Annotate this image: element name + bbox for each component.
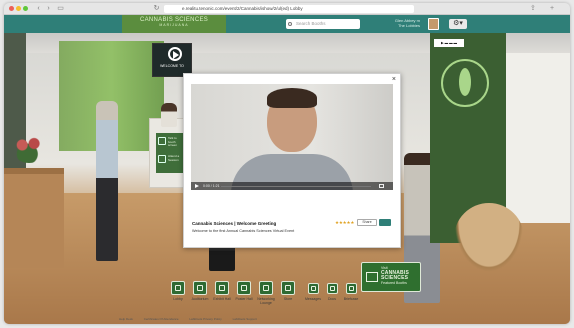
- poster-hall-icon: [241, 285, 247, 291]
- navigation-toolbar: Lobby Auditorium Exhibit Hall Poster Hal…: [164, 277, 389, 317]
- gear-icon: ⚙▾: [453, 20, 463, 27]
- messages-icon: [311, 286, 316, 291]
- footer-link-help[interactable]: Help Desk: [119, 317, 133, 321]
- receptionist: [161, 103, 177, 127]
- nav-messages[interactable]: [308, 283, 319, 294]
- footer-link-support[interactable]: LabRoots Support: [233, 317, 257, 321]
- nav-poster-hall[interactable]: [237, 281, 251, 295]
- play-icon[interactable]: [195, 183, 199, 188]
- play-icon: [173, 51, 179, 59]
- forward-arrow-icon[interactable]: ›: [44, 4, 53, 13]
- browser-window: ‹ › ▭ ↻ e.realitu.tenonic.com/event/2/Ca…: [4, 3, 570, 324]
- auditorium-icon: [197, 285, 203, 291]
- user-info[interactable]: Glen Abbey m The Lobbies: [388, 18, 420, 28]
- minimize-window-button[interactable]: [16, 6, 21, 11]
- search-input[interactable]: Search Booths: [286, 19, 360, 29]
- nav-exhibit-hall[interactable]: [215, 281, 229, 295]
- download-button[interactable]: [379, 219, 391, 226]
- exhibit-hall-icon: [219, 285, 225, 291]
- back-arrow-icon[interactable]: ‹: [34, 4, 43, 13]
- session-icon[interactable]: [158, 155, 166, 163]
- attendee-woman-left: [96, 101, 118, 261]
- share-button[interactable]: Share: [357, 219, 377, 226]
- flower-arrangement: [12, 133, 46, 163]
- nav-label-briefcase: Briefcase: [343, 297, 359, 301]
- nav-briefcase[interactable]: [346, 283, 357, 294]
- nav-auditorium[interactable]: [193, 281, 207, 295]
- store-icon: [285, 285, 291, 291]
- reload-icon[interactable]: ↻: [152, 4, 161, 13]
- footer-link-privacy[interactable]: LabRoots Privacy Policy: [189, 317, 221, 321]
- chat-icon[interactable]: [158, 137, 166, 145]
- nav-label-store: Store: [283, 297, 293, 301]
- brand-title: CANNABIS SCIENCES: [139, 17, 209, 23]
- home-icon: [175, 285, 181, 291]
- cannabis-leaf-icon: [459, 68, 471, 96]
- docs-icon: [330, 286, 335, 291]
- video-presenter-hair: [267, 88, 317, 108]
- new-tab-icon[interactable]: +: [550, 4, 554, 13]
- nav-docs[interactable]: [327, 283, 338, 294]
- video-title: Cannabis Sciences | Welcome Greeting: [192, 221, 277, 226]
- networking-icon: [263, 285, 269, 291]
- video-player[interactable]: 0:00 / 1:21: [191, 84, 393, 190]
- nav-lobby[interactable]: [171, 281, 185, 295]
- booth-sign-right[interactable]: ▶ ▬ ▬ ▬: [434, 39, 464, 47]
- cafe-table: [454, 203, 524, 273]
- video-controls: 0:00 / 1:21: [191, 182, 393, 190]
- settings-button[interactable]: ⚙▾: [449, 19, 467, 29]
- address-bar[interactable]: e.realitu.tenonic.com/event/2/Cannabis/i…: [164, 5, 414, 13]
- window-area: [506, 53, 570, 223]
- footer-link-certificates[interactable]: Certificates Of Attendance: [144, 317, 179, 321]
- video-progress-bar[interactable]: [221, 185, 371, 187]
- brand-subtitle: MARIJUANA: [159, 23, 189, 27]
- side-table: [4, 168, 64, 268]
- brand-logo[interactable]: CANNABIS SCIENCES MARIJUANA: [122, 15, 226, 33]
- virtual-lobby-scene: WELCOME TO Talk to booth screen Attend a…: [4, 33, 570, 324]
- welcome-label: WELCOME TO: [160, 64, 184, 68]
- search-icon: [288, 22, 292, 26]
- site-header: CANNABIS SCIENCES MARIJUANA Search Booth…: [4, 15, 570, 33]
- nav-networking-lounge[interactable]: [259, 281, 273, 295]
- counter-link-talk[interactable]: Talk to booth screen: [168, 136, 184, 148]
- close-icon[interactable]: ×: [392, 76, 396, 84]
- video-description: Welcome to the first Annual Cannabis Sci…: [192, 229, 295, 233]
- briefcase-icon: [349, 286, 354, 291]
- close-window-button[interactable]: [9, 6, 14, 11]
- footer-links: Help Desk Certificates Of Attendance Lab…: [119, 317, 309, 321]
- sidebar-icon[interactable]: ▭: [56, 4, 65, 13]
- fullscreen-icon[interactable]: [379, 183, 384, 188]
- avatar[interactable]: [428, 18, 439, 30]
- maximize-window-button[interactable]: [23, 6, 28, 11]
- video-time: 0:00 / 1:21: [203, 184, 220, 188]
- counter-link-session[interactable]: Attend a Session: [168, 154, 184, 162]
- video-modal: × 0:00 / 1:21 Cannabis Sciences | Welcom…: [183, 73, 401, 248]
- browser-toolbar: ‹ › ▭ ↻ e.realitu.tenonic.com/event/2/Ca…: [4, 3, 570, 15]
- user-location: The Lobbies: [397, 23, 420, 28]
- nav-store[interactable]: [281, 281, 295, 295]
- share-icon[interactable]: ⇪: [530, 4, 536, 13]
- rating-stars[interactable]: ★★★★★: [335, 220, 354, 226]
